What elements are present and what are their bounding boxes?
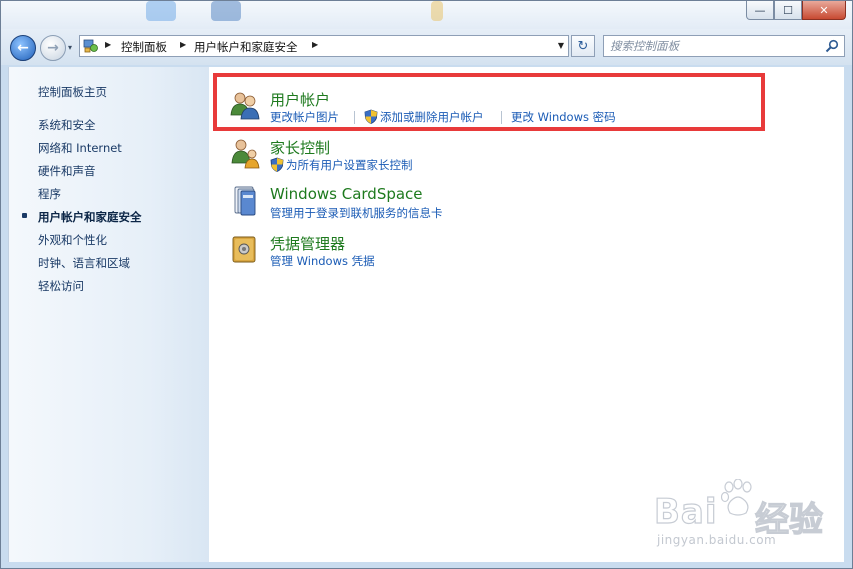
close-button[interactable]: ✕ <box>802 1 846 20</box>
breadcrumb-user-accounts[interactable]: 用户帐户和家庭安全 <box>194 39 298 55</box>
sidebar-item-home[interactable]: 控制面板主页 <box>38 84 107 100</box>
link-separator <box>354 111 355 124</box>
sidebar-item-clock-language[interactable]: 时钟、语言和区域 <box>38 255 130 271</box>
back-button[interactable]: ← <box>10 35 36 61</box>
title-bar[interactable]: — ☐ ✕ <box>1 1 852 29</box>
user-accounts-icon[interactable] <box>229 89 261 121</box>
navigation-bar: ← → ▾ ▶ 控制面板 ▶ 用户帐户和家庭安全 ▶ ▼ ↻ <box>1 29 852 65</box>
manage-info-cards-link[interactable]: 管理用于登录到联机服务的信息卡 <box>270 205 443 221</box>
main-content: 用户帐户 更改帐户图片 添加或删除用户帐户 更改 Windows 密码 家长控制 <box>209 67 844 562</box>
setup-parental-controls-link[interactable]: 为所有用户设置家长控制 <box>286 157 413 173</box>
sidebar-item-hardware-sound[interactable]: 硬件和声音 <box>38 163 96 179</box>
parental-controls-icon[interactable] <box>229 137 261 169</box>
maximize-button[interactable]: ☐ <box>774 1 802 20</box>
forward-button[interactable]: → <box>40 35 66 61</box>
address-bar[interactable]: ▶ 控制面板 ▶ 用户帐户和家庭安全 ▶ ▼ <box>79 35 569 57</box>
category-title-credential-manager[interactable]: 凭据管理器 <box>270 233 345 254</box>
sidebar-item-system-security[interactable]: 系统和安全 <box>38 117 96 133</box>
baidu-paw-icon <box>721 479 752 516</box>
uac-shield-icon <box>364 109 378 124</box>
background-blur <box>431 1 443 21</box>
sidebar-item-programs[interactable]: 程序 <box>38 186 61 202</box>
breadcrumb-arrow-icon[interactable]: ▶ <box>180 40 186 49</box>
control-panel-icon <box>83 39 98 53</box>
search-box <box>603 35 845 57</box>
change-password-link[interactable]: 更改 Windows 密码 <box>511 109 616 125</box>
uac-shield-icon <box>270 157 284 172</box>
search-input[interactable] <box>610 38 820 54</box>
credential-manager-icon[interactable] <box>229 233 261 265</box>
address-dropdown-icon[interactable]: ▼ <box>558 41 564 50</box>
sidebar-item-ease-of-access[interactable]: 轻松访问 <box>38 278 84 294</box>
sidebar-item-network[interactable]: 网络和 Internet <box>38 140 122 156</box>
cardspace-icon[interactable] <box>229 185 261 217</box>
breadcrumb-control-panel[interactable]: 控制面板 <box>121 39 167 55</box>
breadcrumb-arrow-icon[interactable]: ▶ <box>312 40 318 49</box>
sidebar-item-appearance[interactable]: 外观和个性化 <box>38 232 107 248</box>
category-title-parental-controls[interactable]: 家长控制 <box>270 137 330 158</box>
watermark-url: jingyan.baidu.com <box>657 533 777 547</box>
sidebar-item-user-accounts[interactable]: 用户帐户和家庭安全 <box>38 209 142 225</box>
link-separator <box>501 111 502 124</box>
search-icon[interactable] <box>825 39 839 53</box>
minimize-button[interactable]: — <box>746 1 774 20</box>
category-title-user-accounts[interactable]: 用户帐户 <box>270 89 330 110</box>
watermark-brand-left: Bai <box>653 491 718 532</box>
control-panel-window: — ☐ ✕ ← → ▾ ▶ 控制面板 ▶ 用户帐户和家庭安全 ▶ ▼ ↻ 搜索控… <box>0 0 853 569</box>
active-bullet-icon <box>22 213 27 218</box>
refresh-button[interactable]: ↻ <box>571 35 595 57</box>
add-remove-accounts-link[interactable]: 添加或删除用户帐户 <box>380 109 484 125</box>
manage-windows-credentials-link[interactable]: 管理 Windows 凭据 <box>270 253 375 269</box>
sidebar: 控制面板主页 系统和安全 网络和 Internet 硬件和声音 程序 用户帐户和… <box>8 67 209 562</box>
recent-pages-dropdown[interactable]: ▾ <box>68 43 72 52</box>
category-title-cardspace[interactable]: Windows CardSpace <box>270 185 423 203</box>
change-picture-link[interactable]: 更改帐户图片 <box>270 109 339 125</box>
background-blur <box>211 1 241 21</box>
background-blur <box>146 1 176 21</box>
window-controls: — ☐ ✕ <box>746 1 846 20</box>
breadcrumb-arrow-icon[interactable]: ▶ <box>105 40 111 49</box>
